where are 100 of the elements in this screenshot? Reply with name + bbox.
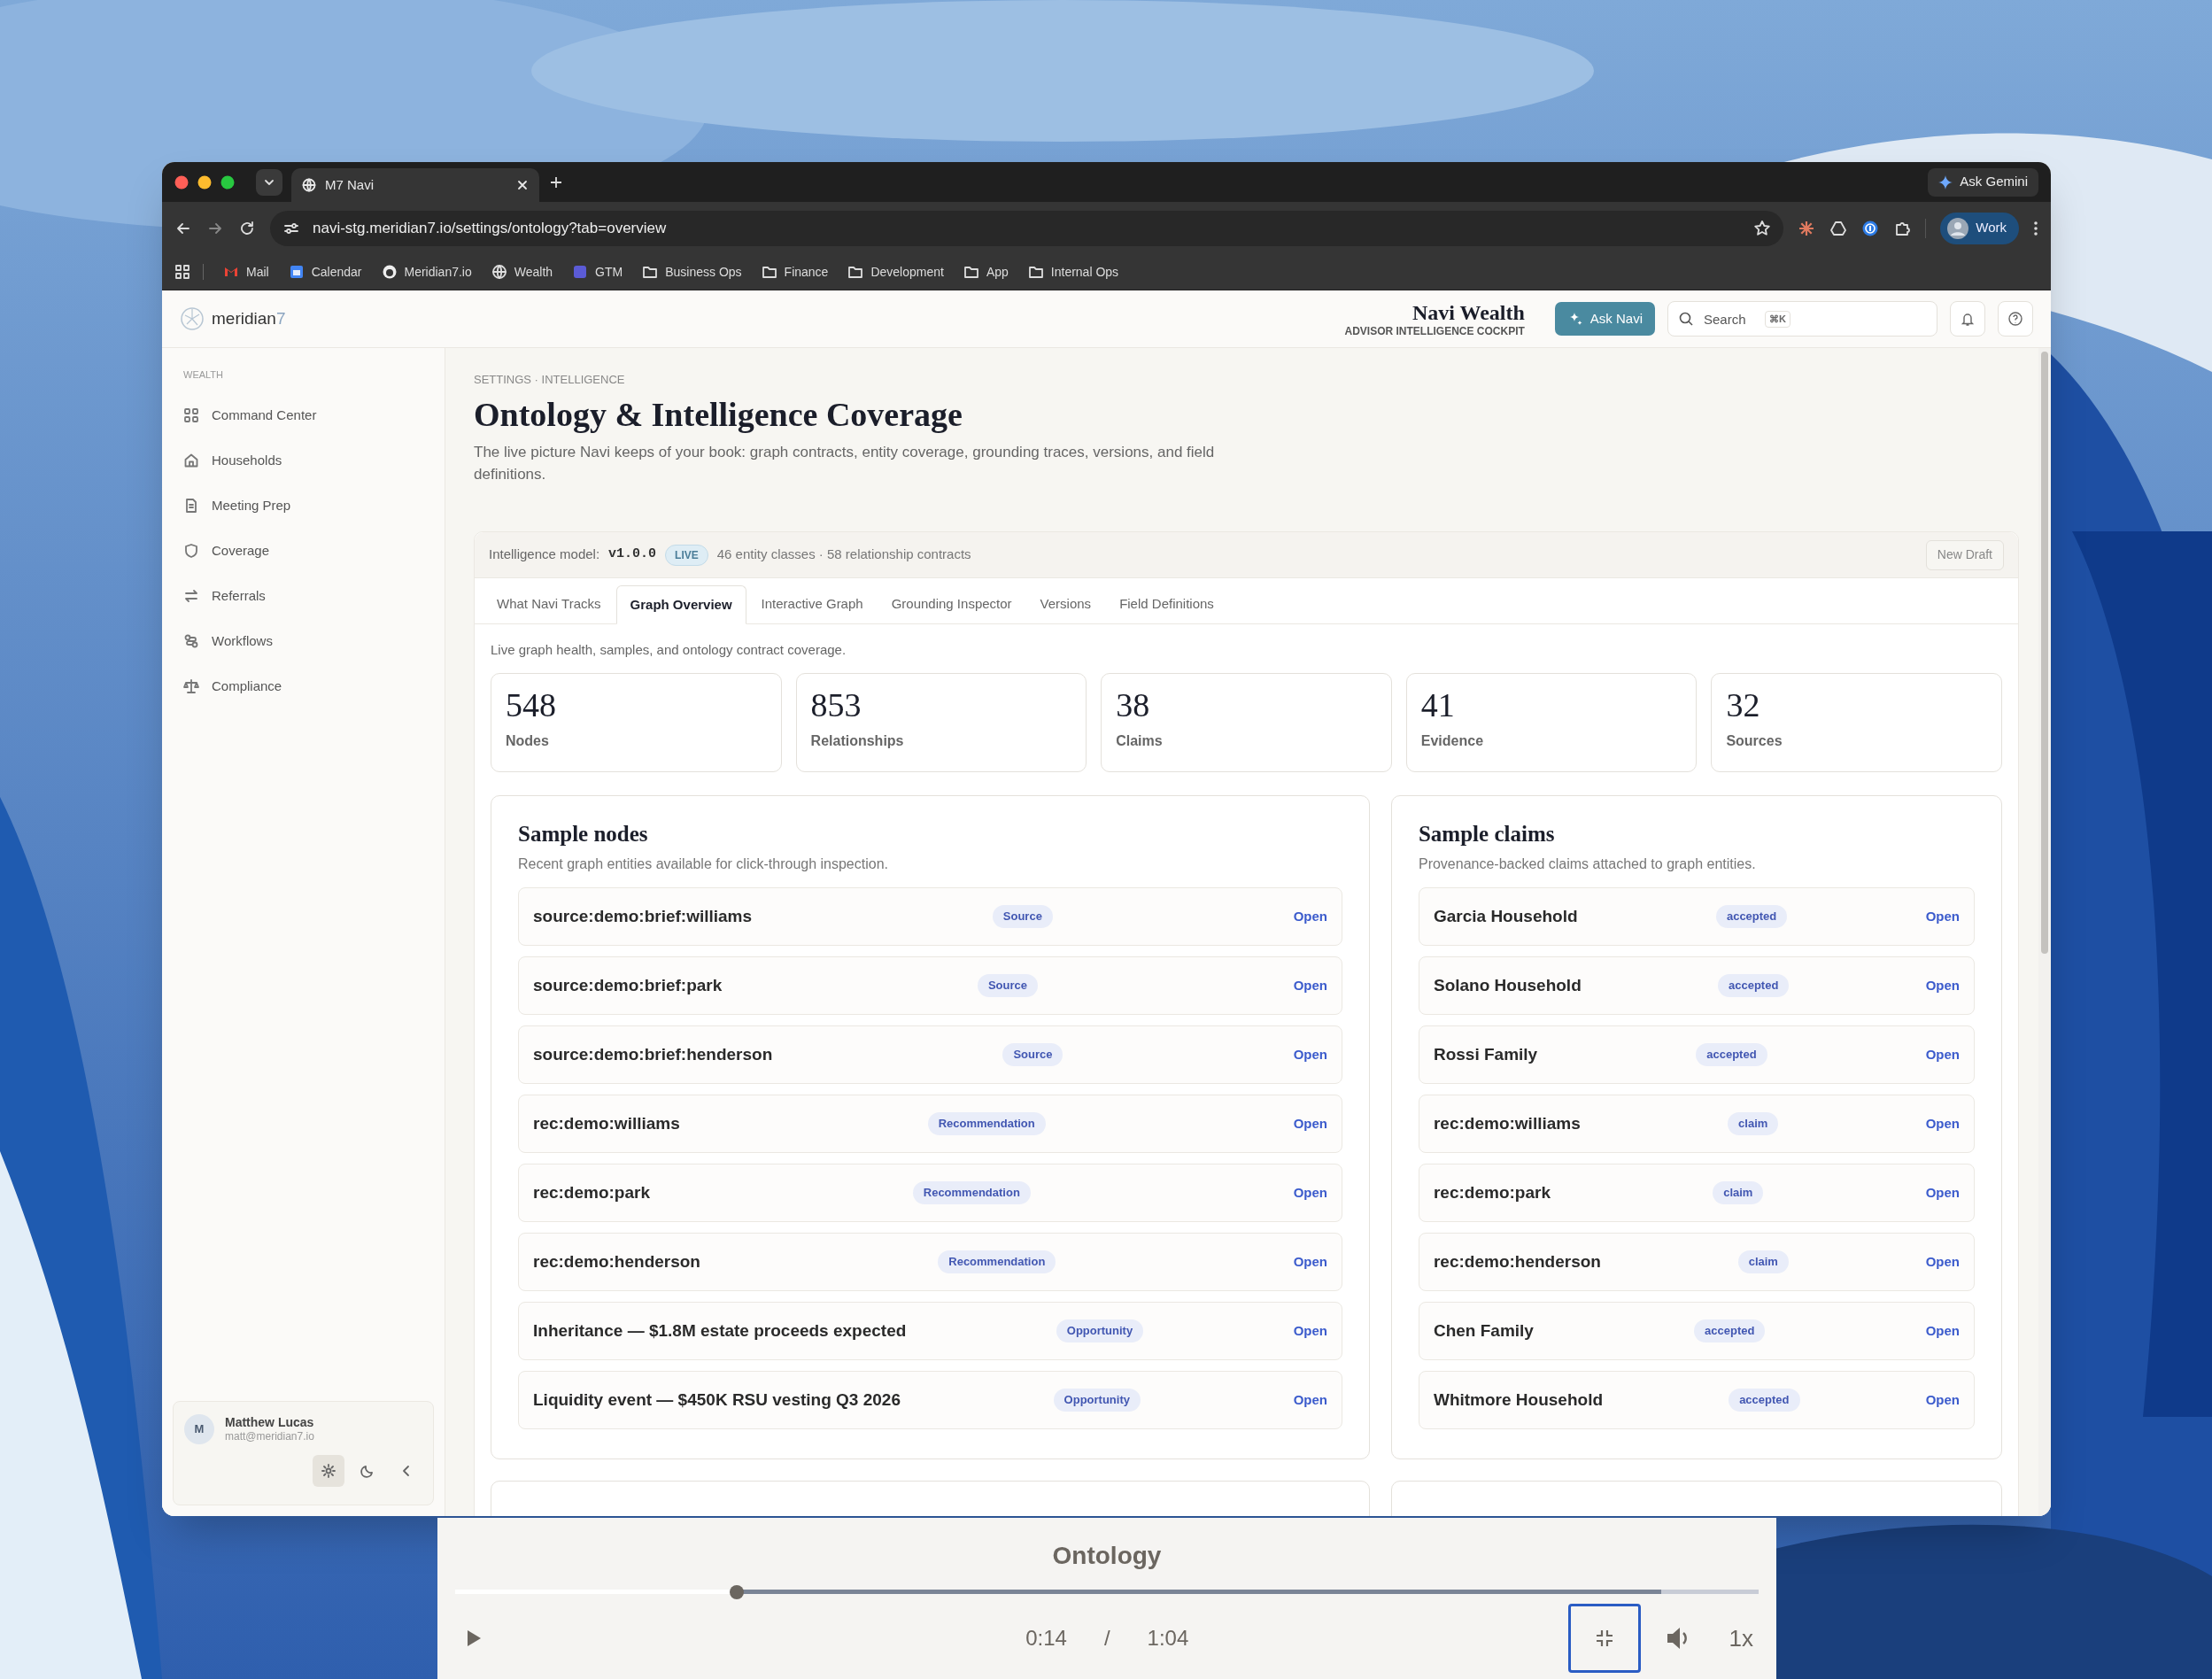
browser-tab[interactable]: M7 Navi <box>291 168 539 202</box>
open-link[interactable]: Open <box>1293 1251 1327 1273</box>
scrollbar-thumb[interactable] <box>2041 352 2048 954</box>
document-icon <box>183 498 199 514</box>
stat-label: Claims <box>1116 731 1164 750</box>
list-row[interactable]: rec:demo:park Recommendation Open <box>518 1164 1342 1222</box>
type-badge: Source <box>992 905 1053 928</box>
globe-icon <box>491 264 507 280</box>
list-row[interactable]: source:demo:brief:williams Source Open <box>518 887 1342 946</box>
open-link[interactable]: Open <box>1925 975 1960 996</box>
nav-item[interactable]: Meeting Prep <box>173 483 434 529</box>
open-link[interactable]: Open <box>1925 1044 1960 1065</box>
list-row[interactable]: Liquidity event — $450K RSU vesting Q3 2026 Opportunity Open <box>518 1371 1342 1429</box>
open-link[interactable]: Open <box>1925 1182 1960 1203</box>
open-link[interactable]: Open <box>1293 1044 1327 1065</box>
window-control-icon[interactable] <box>220 174 235 190</box>
open-link[interactable]: Open <box>1293 1389 1327 1411</box>
type-badge: accepted <box>1718 974 1790 997</box>
open-link[interactable]: Open <box>1925 906 1960 927</box>
nav-item[interactable]: Referrals <box>173 573 434 619</box>
open-link[interactable]: Open <box>1925 1389 1960 1411</box>
list-row[interactable]: Garcia Household accepted Open <box>1418 887 1975 946</box>
list-row[interactable]: Whitmore Household accepted Open <box>1418 1371 1975 1429</box>
ask-gemini-button[interactable]: Ask Gemini <box>1928 167 2038 197</box>
row-name: rec:demo:henderson <box>1433 1250 1601 1273</box>
open-link[interactable]: Open <box>1293 1320 1327 1342</box>
moon-icon <box>360 1463 375 1479</box>
help-button[interactable] <box>1998 301 2033 337</box>
list-row[interactable]: rec:demo:park claim Open <box>1418 1164 1975 1222</box>
tab[interactable]: Interactive Graph <box>747 584 877 623</box>
progress-track[interactable] <box>455 1585 1759 1599</box>
open-link[interactable]: Open <box>1925 1251 1960 1273</box>
card-title: Sample nodes <box>518 820 649 847</box>
bookmark-link[interactable]: Business Ops <box>642 262 742 282</box>
stat-label: Sources <box>1726 731 1783 750</box>
settings-button[interactable] <box>313 1455 344 1487</box>
bookmark-link[interactable]: Development <box>847 262 944 282</box>
password-extension-icon[interactable] <box>1861 219 1880 237</box>
star-icon[interactable] <box>1753 219 1772 237</box>
apps-grid-icon[interactable] <box>174 264 190 280</box>
profile-button[interactable]: Work <box>1940 212 2019 244</box>
list-row[interactable]: rec:demo:williams Recommendation Open <box>518 1095 1342 1153</box>
list-row[interactable]: source:demo:brief:henderson Source Open <box>518 1025 1342 1084</box>
tab[interactable]: What Navi Tracks <box>483 584 615 623</box>
playback-speed-button[interactable]: 1x <box>1729 1621 1753 1656</box>
bookmark-link[interactable]: Meridian7.io <box>381 262 472 282</box>
address-bar[interactable]: navi-stg.meridian7.io/settings/ontology?tab=overview <box>270 210 1784 246</box>
list-row[interactable]: Chen Family accepted Open <box>1418 1302 1975 1360</box>
notification-bell-button[interactable] <box>1950 301 1985 337</box>
progress-thumb[interactable] <box>729 1585 744 1599</box>
nav-item[interactable]: Households <box>173 437 434 484</box>
tab[interactable]: Grounding Inspector <box>878 584 1025 623</box>
nav-item[interactable]: Coverage <box>173 528 434 574</box>
list-row[interactable]: rec:demo:williams claim Open <box>1418 1095 1975 1153</box>
open-link[interactable]: Open <box>1293 975 1327 996</box>
list-row[interactable]: source:demo:brief:park Source Open <box>518 956 1342 1015</box>
bookmark-link[interactable]: Calendar <box>288 262 362 282</box>
tab[interactable]: Graph Overview <box>615 585 746 624</box>
bookmark-link[interactable]: Finance <box>761 262 829 282</box>
status-badge: LIVE <box>665 544 708 566</box>
tab[interactable]: Field Definitions <box>1106 584 1227 623</box>
exit-fullscreen-button[interactable] <box>1567 1604 1641 1673</box>
list-row[interactable]: Inheritance — $1.8M estate proceeds expected Opportunity Open <box>518 1302 1342 1360</box>
row-name: source:demo:brief:park <box>533 974 723 996</box>
open-link[interactable]: Open <box>1293 1182 1327 1203</box>
list-row[interactable]: rec:demo:henderson claim Open <box>1418 1233 1975 1291</box>
window-control-icon[interactable] <box>174 174 189 190</box>
type-badge: accepted <box>1694 1319 1766 1342</box>
type-badge: Recommendation <box>938 1250 1056 1273</box>
list-row[interactable]: Solano Household accepted Open <box>1418 956 1975 1015</box>
open-link[interactable]: Open <box>1925 1113 1960 1134</box>
close-icon[interactable] <box>516 179 529 191</box>
row-name: rec:demo:park <box>1433 1181 1551 1203</box>
settings-icon <box>321 1463 336 1479</box>
nav-item[interactable]: Workflows <box>173 618 434 664</box>
type-badge: claim <box>1737 1250 1789 1273</box>
swap-arrows-icon <box>183 588 199 604</box>
nav-item[interactable]: Command Center <box>173 392 434 438</box>
tab-list-button[interactable] <box>256 168 282 196</box>
bookmark-link[interactable]: Mail <box>223 262 269 282</box>
window-control-icon[interactable] <box>197 174 212 190</box>
time-separator: / <box>1103 1625 1110 1652</box>
bookmark-link[interactable]: Wealth <box>491 262 553 282</box>
bookmark-link[interactable]: Internal Ops <box>1027 262 1119 282</box>
open-link[interactable]: Open <box>1293 1113 1327 1134</box>
open-link[interactable]: Open <box>1925 1320 1960 1342</box>
tab[interactable]: Versions <box>1026 584 1105 623</box>
more-menu-icon[interactable] <box>2033 219 2038 237</box>
asterisk-extension-icon[interactable] <box>1798 219 1816 237</box>
list-row[interactable]: Rossi Family accepted Open <box>1418 1025 1975 1084</box>
reload-icon[interactable] <box>238 219 256 237</box>
tab-title: M7 Navi <box>325 175 375 194</box>
nav-item[interactable]: Compliance <box>173 663 434 709</box>
list-row[interactable]: rec:demo:henderson Recommendation Open <box>518 1233 1342 1291</box>
ask-navi-button[interactable]: Ask Navi <box>1554 302 1655 336</box>
bookmark-link[interactable]: GTM <box>572 262 623 282</box>
bookmark-link[interactable]: App <box>963 262 1009 282</box>
open-link[interactable]: Open <box>1293 906 1327 927</box>
model-label: Intelligence model: <box>489 545 600 564</box>
notification-bell-icon <box>1960 311 1976 327</box>
